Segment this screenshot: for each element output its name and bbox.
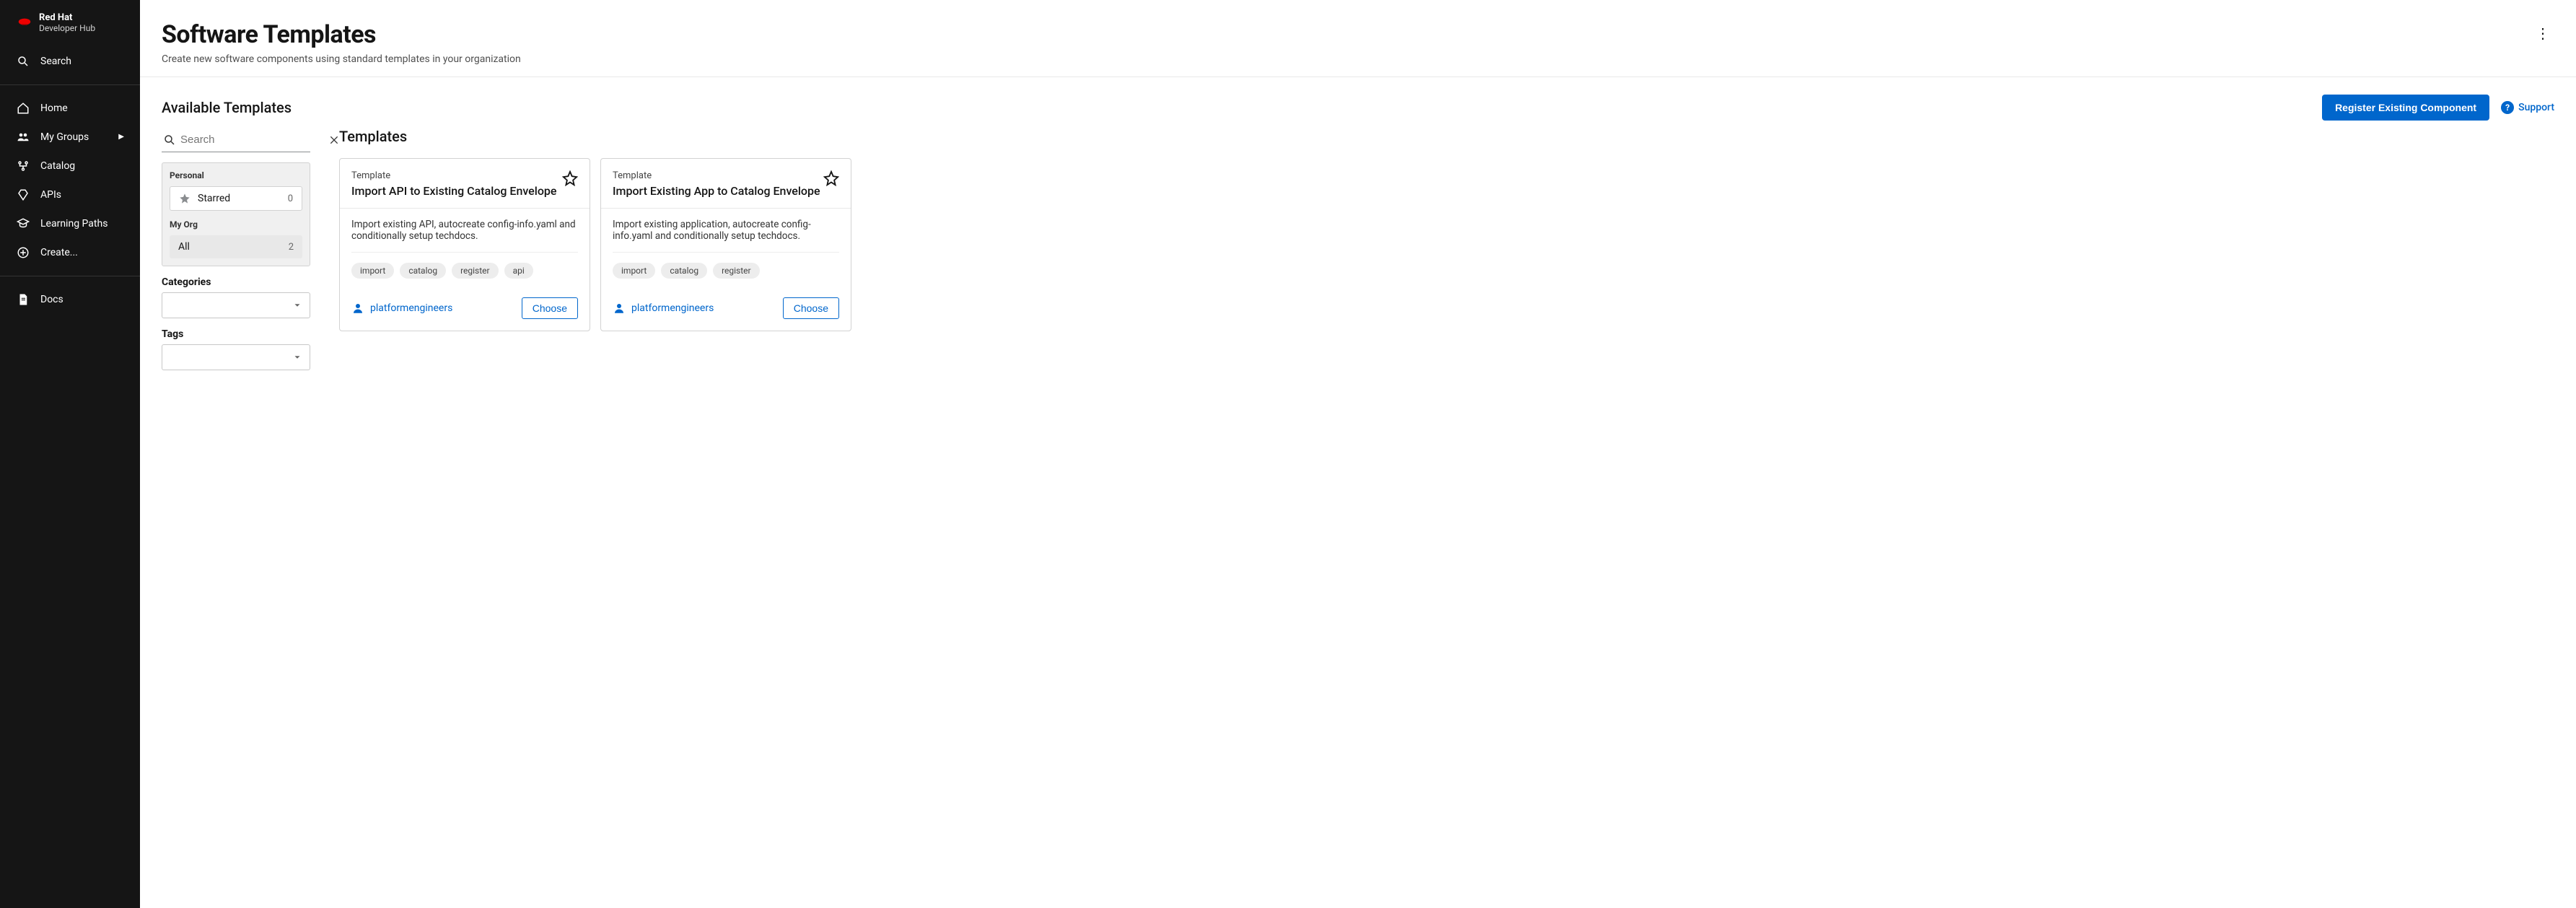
search-icon xyxy=(16,54,30,69)
groups-icon xyxy=(16,130,30,144)
tags-label: Tags xyxy=(162,328,310,340)
available-templates-heading: Available Templates xyxy=(162,99,292,116)
brand: Red Hat Developer Hub xyxy=(0,0,140,43)
card-type: Template xyxy=(613,170,820,181)
apis-icon xyxy=(16,188,30,202)
template-card: Template Import Existing App to Catalog E… xyxy=(600,158,851,331)
tag-chip[interactable]: register xyxy=(452,263,499,279)
page-header: Software Templates Create new software c… xyxy=(140,0,2576,77)
choose-button[interactable]: Choose xyxy=(783,297,839,319)
starred-label: Starred xyxy=(198,193,230,204)
nav-docs[interactable]: Docs xyxy=(0,285,140,314)
nav-label: My Groups xyxy=(40,131,89,143)
tag-row: import catalog register xyxy=(613,252,839,279)
create-icon xyxy=(16,245,30,260)
categories-dropdown[interactable] xyxy=(162,292,310,318)
starred-count: 0 xyxy=(288,193,293,204)
nav-label: APIs xyxy=(40,189,61,201)
brand-line2: Developer Hub xyxy=(39,24,95,34)
nav-learning[interactable]: Learning Paths xyxy=(0,209,140,238)
nav-my-groups[interactable]: My Groups ▶ xyxy=(0,123,140,152)
tag-chip[interactable]: import xyxy=(613,263,655,279)
card-type: Template xyxy=(351,170,556,181)
page-title: Software Templates xyxy=(162,20,521,49)
filter-all[interactable]: All 2 xyxy=(170,235,302,258)
nav-home[interactable]: Home xyxy=(0,94,140,123)
filter-search[interactable] xyxy=(162,128,310,152)
support-link[interactable]: ? Support xyxy=(2501,101,2554,114)
choose-button[interactable]: Choose xyxy=(522,297,578,319)
chevron-down-icon xyxy=(292,352,302,362)
nav-label: Docs xyxy=(40,294,63,305)
main: Software Templates Create new software c… xyxy=(140,0,2576,908)
nav-label: Create... xyxy=(40,247,78,258)
owner-link[interactable]: platformengineers xyxy=(613,302,714,315)
support-label: Support xyxy=(2518,102,2554,113)
nav-catalog[interactable]: Catalog xyxy=(0,152,140,180)
nav-apis[interactable]: APIs xyxy=(0,180,140,209)
star-icon xyxy=(179,193,190,204)
search-icon xyxy=(163,134,176,147)
nav-search[interactable]: Search xyxy=(0,47,140,76)
person-icon xyxy=(351,302,364,315)
person-icon xyxy=(613,302,626,315)
tag-chip[interactable]: api xyxy=(504,263,533,279)
sidebar: Red Hat Developer Hub Search Home xyxy=(0,0,140,908)
filter-group: Personal Starred 0 My Org All xyxy=(162,162,310,266)
chevron-right-icon: ▶ xyxy=(118,133,124,141)
tag-chip[interactable]: catalog xyxy=(661,263,707,279)
register-component-button[interactable]: Register Existing Component xyxy=(2322,95,2489,121)
chevron-down-icon xyxy=(292,300,302,310)
help-icon: ? xyxy=(2501,101,2514,114)
filter-search-input[interactable] xyxy=(176,131,328,149)
owner-name: platformengineers xyxy=(370,302,452,314)
nav-create[interactable]: Create... xyxy=(0,238,140,267)
tag-chip[interactable]: register xyxy=(713,263,760,279)
templates-section: Templates Template Import API to Existing… xyxy=(339,128,2554,380)
nav-label: Home xyxy=(40,102,68,114)
nav-label: Learning Paths xyxy=(40,218,108,230)
nav-label: Catalog xyxy=(40,160,75,172)
myorg-label: My Org xyxy=(170,219,302,230)
tag-row: import catalog register api xyxy=(351,252,578,279)
star-outline-icon[interactable] xyxy=(562,170,578,186)
card-title: Import Existing App to Catalog Envelope xyxy=(613,184,820,198)
filters-panel: Personal Starred 0 My Org All xyxy=(162,128,310,380)
card-description: Import existing application, autocreate … xyxy=(613,219,839,242)
brand-line1: Red Hat xyxy=(39,13,95,24)
tag-chip[interactable]: catalog xyxy=(400,263,446,279)
card-description: Import existing API, autocreate config-i… xyxy=(351,219,578,242)
filter-starred[interactable]: Starred 0 xyxy=(170,186,302,211)
tag-chip[interactable]: import xyxy=(351,263,394,279)
template-card: Template Import API to Existing Catalog E… xyxy=(339,158,590,331)
divider xyxy=(0,84,140,85)
home-icon xyxy=(16,101,30,115)
docs-icon xyxy=(16,292,30,307)
kebab-menu-icon[interactable]: ⋮ xyxy=(2531,20,2554,46)
card-title: Import API to Existing Catalog Envelope xyxy=(351,184,556,198)
all-label: All xyxy=(178,241,190,253)
templates-heading: Templates xyxy=(339,128,2554,145)
categories-label: Categories xyxy=(162,276,310,288)
nav-search-label: Search xyxy=(40,56,71,67)
page-subtitle: Create new software components using sta… xyxy=(162,53,521,65)
personal-label: Personal xyxy=(170,170,302,180)
all-count: 2 xyxy=(289,242,294,253)
tags-dropdown[interactable] xyxy=(162,344,310,370)
owner-name: platformengineers xyxy=(631,302,714,314)
star-outline-icon[interactable] xyxy=(823,170,839,186)
catalog-icon xyxy=(16,159,30,173)
redhat-logo-icon xyxy=(16,14,33,32)
toolbar: Available Templates Register Existing Co… xyxy=(140,77,2576,128)
owner-link[interactable]: platformengineers xyxy=(351,302,452,315)
clear-icon[interactable] xyxy=(328,134,340,146)
learning-icon xyxy=(16,217,30,231)
